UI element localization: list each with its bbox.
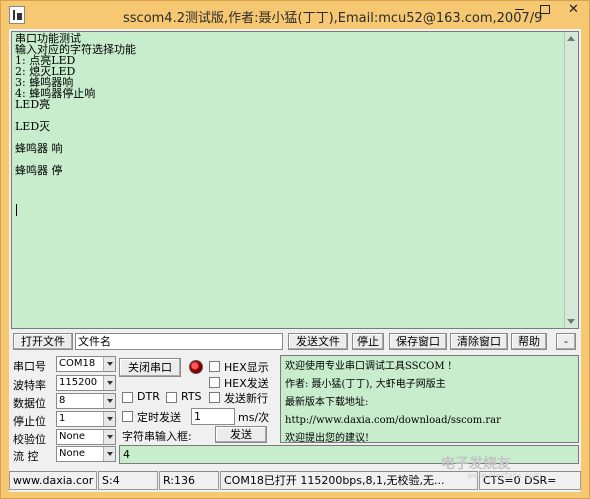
chevron-down-icon[interactable] — [103, 430, 115, 444]
chevron-down-icon[interactable] — [103, 447, 115, 461]
chevron-down-icon[interactable] — [103, 357, 115, 371]
clear-window-button[interactable]: 清除窗口 — [450, 333, 508, 350]
stop-button[interactable]: 停止 — [352, 333, 384, 350]
timed-send-label: 定时发送 — [137, 411, 181, 424]
file-name-field[interactable]: 文件名 — [75, 333, 283, 350]
info-panel: 欢迎使用专业串口调试工具SSCOM ! 作者: 聂小猛(丁丁), 大虾电子网版主… — [280, 355, 579, 443]
receive-line: LED灭 — [15, 120, 51, 133]
help-button[interactable]: 帮助 — [511, 333, 547, 350]
info-line: 欢迎使用专业串口调试工具SSCOM ! — [285, 361, 452, 372]
client-area: 串口功能测试 输入对应的字符选择功能 1: 点亮LED 2: 熄灭LED 3: … — [9, 29, 581, 492]
port-select[interactable]: COM18 — [56, 356, 116, 372]
watermark-text: 电子发烧友 — [441, 456, 511, 472]
timed-send-checkbox[interactable] — [122, 411, 133, 422]
close-button[interactable]: ✕ — [558, 1, 589, 21]
port-status-led-icon — [189, 360, 203, 374]
flow-select[interactable]: None — [56, 446, 116, 462]
rts-label: RTS — [181, 390, 202, 403]
send-newline-label: 发送新行 — [224, 392, 268, 405]
hex-send-checkbox[interactable] — [209, 377, 220, 388]
text-caret — [16, 204, 17, 216]
chevron-down-icon[interactable] — [103, 412, 115, 426]
watermark-logo: 电子发烧友 — [441, 453, 511, 473]
info-line: 最新版本下载地址: — [285, 397, 369, 408]
scroll-up-icon[interactable] — [567, 36, 575, 41]
close-port-button[interactable]: 关闭串口 — [119, 358, 181, 377]
info-line: 欢迎提出您的建议! — [285, 433, 370, 443]
receive-log: 串口功能测试 输入对应的字符选择功能 1: 点亮LED 2: 熄灭LED 3: … — [15, 33, 136, 176]
watermark-url: www.elecfans.com — [467, 471, 542, 480]
maximize-button[interactable] — [532, 1, 558, 21]
minimize-button[interactable] — [506, 1, 532, 21]
close-icon: ✕ — [568, 2, 579, 17]
parity-select[interactable]: None — [56, 429, 116, 445]
app-window: sscom4.2测试版,作者:聂小猛(丁丁),Email:mcu52@163.c… — [0, 0, 590, 499]
chevron-down-icon[interactable] — [103, 394, 115, 408]
info-link[interactable]: http://www.daxia.com/download/sscom.rar — [285, 412, 574, 430]
port-value: COM18 — [59, 358, 96, 369]
hex-display-label: HEX显示 — [224, 361, 269, 374]
app-icon[interactable] — [9, 6, 25, 24]
info-line: 作者: 聂小猛(丁丁), 大虾电子网版主 — [285, 379, 446, 390]
receive-line: 蜂鸣器 响 — [15, 142, 63, 155]
stopbits-select[interactable]: 1 — [56, 411, 116, 427]
chevron-down-icon[interactable] — [103, 376, 115, 390]
databits-label: 数据位 — [13, 397, 46, 410]
string-input-label: 字符串输入框: — [122, 430, 192, 443]
scroll-down-icon[interactable] — [567, 319, 575, 324]
port-label: 串口号 — [13, 360, 46, 373]
dtr-checkbox[interactable] — [122, 392, 133, 403]
collapse-button[interactable]: - — [556, 333, 576, 350]
status-sent-count: S:4 — [98, 471, 158, 490]
open-file-button[interactable]: 打开文件 — [13, 333, 73, 350]
baud-value: 115200 — [59, 377, 98, 388]
vertical-scrollbar[interactable] — [564, 32, 578, 328]
baud-select[interactable]: 115200 — [56, 375, 116, 391]
parity-label: 校验位 — [13, 433, 46, 446]
status-port-info: COM18已打开 115200bps,8,1,无校验,无... — [220, 471, 478, 490]
baud-label: 波特率 — [13, 379, 46, 392]
send-newline-checkbox[interactable] — [209, 392, 220, 403]
save-window-button[interactable]: 保存窗口 — [389, 333, 447, 350]
receive-text-area[interactable]: 串口功能测试 输入对应的字符选择功能 1: 点亮LED 2: 熄灭LED 3: … — [11, 31, 579, 329]
status-received-count: R:136 — [159, 471, 219, 490]
interval-unit-label: ms/次 — [238, 411, 270, 424]
title-bar[interactable]: sscom4.2测试版,作者:聂小猛(丁丁),Email:mcu52@163.c… — [1, 1, 589, 29]
receive-line: 蜂鸣器 停 — [15, 164, 63, 177]
interval-input[interactable]: 1 — [191, 408, 235, 425]
rts-checkbox[interactable] — [166, 392, 177, 403]
window-title: sscom4.2测试版,作者:聂小猛(丁丁),Email:mcu52@163.c… — [123, 11, 543, 26]
hex-send-label: HEX发送 — [224, 377, 269, 390]
flow-label: 流 控 — [13, 450, 39, 463]
dtr-label: DTR — [137, 390, 160, 403]
stopbits-label: 停止位 — [13, 415, 46, 428]
parity-value: None — [59, 431, 86, 442]
flow-value: None — [59, 448, 86, 459]
status-site: www.daxia.cor — [9, 471, 97, 490]
hex-display-checkbox[interactable] — [209, 361, 220, 372]
databits-select[interactable]: 8 — [56, 393, 116, 409]
databits-value: 8 — [59, 395, 66, 406]
send-button[interactable]: 发送 — [215, 426, 267, 443]
stopbits-value: 1 — [59, 413, 66, 424]
send-file-button[interactable]: 发送文件 — [288, 333, 348, 350]
receive-line: LED亮 — [15, 98, 51, 111]
